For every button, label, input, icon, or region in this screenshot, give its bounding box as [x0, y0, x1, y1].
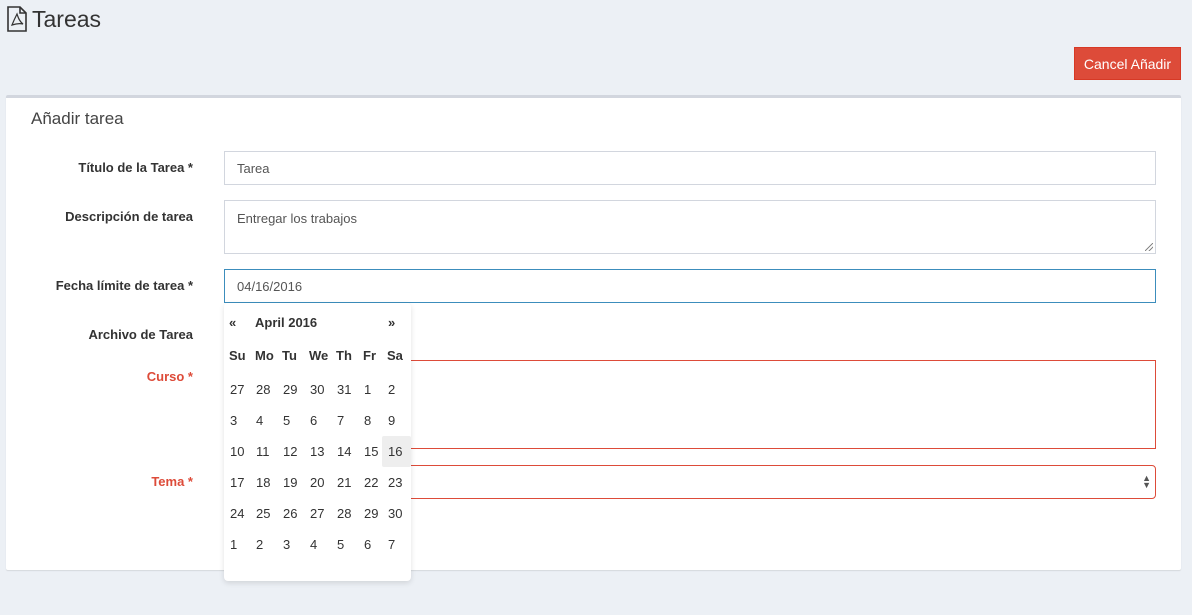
prev-month-button[interactable]: « [229, 315, 236, 330]
calendar-day[interactable]: 23 [382, 467, 411, 498]
calendar-day[interactable]: 24 [224, 498, 250, 529]
calendar-day[interactable]: 14 [331, 436, 358, 467]
calendar-day[interactable]: 8 [358, 405, 382, 436]
topic-label: Tema * [151, 474, 193, 489]
calendar-day[interactable]: 4 [304, 529, 331, 560]
task-due-date-input[interactable]: 04/16/2016 [224, 269, 1156, 303]
pdf-file-icon [6, 6, 28, 32]
calendar-day[interactable]: 28 [250, 374, 277, 405]
calendar-day[interactable]: 3 [224, 405, 250, 436]
calendar-day[interactable]: 13 [304, 436, 331, 467]
calendar-day[interactable]: 17 [224, 467, 250, 498]
calendar-day[interactable]: 9 [382, 405, 411, 436]
selected-day[interactable]: 16 [382, 436, 411, 467]
add-task-panel: Añadir tarea Título de la Tarea * Tarea … [6, 95, 1181, 570]
calendar-day[interactable]: 12 [277, 436, 304, 467]
calendar-day[interactable]: 3 [277, 529, 304, 560]
calendar-day[interactable]: 18 [250, 467, 277, 498]
task-title-input[interactable]: Tarea [224, 151, 1156, 185]
calendar-day[interactable]: 15 [358, 436, 382, 467]
calendar-day[interactable]: 2 [250, 529, 277, 560]
calendar-day[interactable]: 2 [382, 374, 411, 405]
page-title: Tareas [32, 5, 102, 32]
weekday-header: Mo [255, 347, 274, 363]
calendar-day[interactable]: 27 [224, 374, 250, 405]
calendar-day[interactable]: 11 [250, 436, 277, 467]
task-description-textarea[interactable]: Entregar los trabajos [224, 200, 1156, 254]
datepicker-popup: « April 2016 » Su Mo Tu We Th Fr Sa 27 28 29 30 31 1… [224, 303, 411, 581]
weekday-header: Su [229, 347, 246, 363]
calendar-day[interactable]: 20 [304, 467, 331, 498]
panel-title: Añadir tarea [31, 109, 124, 128]
calendar-day[interactable]: 6 [304, 405, 331, 436]
task-title-label: Título de la Tarea * [78, 160, 193, 175]
weekday-header: Tu [282, 347, 297, 363]
resize-handle-icon[interactable] [1145, 243, 1153, 251]
calendar-day[interactable]: 22 [358, 467, 382, 498]
task-description-label: Descripción de tarea [65, 209, 193, 224]
calendar-day[interactable]: 31 [331, 374, 358, 405]
calendar-day[interactable]: 26 [277, 498, 304, 529]
page-header: Tareas [6, 4, 101, 34]
weekday-header: Sa [387, 347, 403, 363]
weekday-header: Th [336, 347, 352, 363]
calendar-day[interactable]: 29 [277, 374, 304, 405]
calendar-day[interactable]: 30 [304, 374, 331, 405]
task-due-date-label: Fecha límite de tarea * [55, 278, 193, 293]
calendar-day[interactable]: 7 [382, 529, 411, 560]
calendar-day[interactable]: 6 [358, 529, 382, 560]
calendar-day[interactable]: 29 [358, 498, 382, 529]
weekday-header: Fr [363, 347, 376, 363]
calendar-day[interactable]: 4 [250, 405, 277, 436]
calendar-day[interactable]: 21 [331, 467, 358, 498]
task-due-date-value: 04/16/2016 [237, 278, 303, 294]
calendar-day[interactable]: 19 [277, 467, 304, 498]
calendar-day[interactable]: 25 [250, 498, 277, 529]
task-file-label: Archivo de Tarea [88, 327, 193, 342]
calendar-day[interactable]: 27 [304, 498, 331, 529]
datepicker-month-label[interactable]: April 2016 [255, 315, 317, 330]
calendar-day[interactable]: 5 [331, 529, 358, 560]
next-month-button[interactable]: » [388, 315, 395, 330]
calendar-day[interactable]: 28 [331, 498, 358, 529]
calendar-day[interactable]: 5 [277, 405, 304, 436]
cancel-add-button[interactable]: Cancel Añadir [1074, 47, 1181, 80]
calendar-day[interactable]: 1 [358, 374, 382, 405]
datepicker-header: « April 2016 » [224, 315, 411, 333]
calendar-day[interactable]: 30 [382, 498, 411, 529]
datepicker-grid: Su Mo Tu We Th Fr Sa 27 28 29 30 31 1 2 3 4 5 6 7 8 9 10 11 12 1… [224, 343, 411, 560]
course-label: Curso * [146, 369, 193, 384]
task-description-value: Entregar los trabajos [237, 211, 357, 226]
select-arrows-icon: ▲ ▼ [1142, 473, 1151, 490]
weekday-header: We [309, 347, 329, 363]
task-title-value: Tarea [237, 160, 270, 176]
calendar-day[interactable]: 10 [224, 436, 250, 467]
calendar-day[interactable]: 1 [224, 529, 250, 560]
calendar-day[interactable]: 7 [331, 405, 358, 436]
